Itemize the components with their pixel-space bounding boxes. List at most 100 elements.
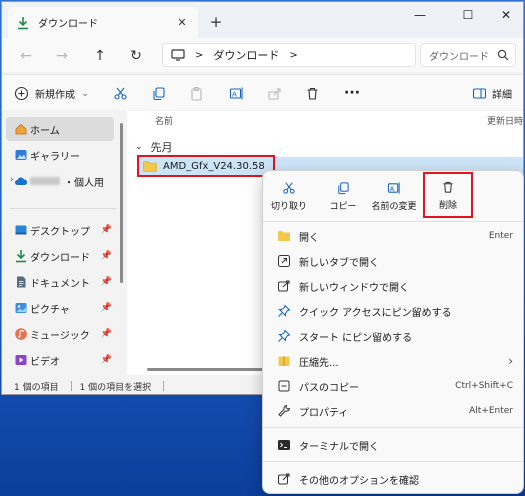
pin-icon[interactable]: 📌	[101, 251, 112, 261]
menu-item-pin-start[interactable]: スタート にピン留めする	[269, 324, 519, 348]
sidebar-item-onedrive[interactable]: ・個人用	[6, 169, 114, 193]
video-icon	[15, 355, 27, 365]
svg-text:A: A	[390, 184, 395, 192]
sidebar-item-videos[interactable]: ビデオ 📌	[6, 348, 114, 372]
menu-item-label: プロパティ	[299, 407, 349, 419]
group-title: 先月	[150, 141, 173, 154]
new-window-icon	[278, 280, 290, 292]
back-button[interactable]: ←	[14, 44, 38, 68]
search-icon	[497, 49, 509, 61]
sidebar-item-gallery[interactable]: ギャラリー	[6, 143, 114, 167]
menu-item-label: ターミナルで開く	[299, 441, 379, 453]
search-input[interactable]: ダウンロード	[420, 43, 516, 67]
breadcrumb-chevron[interactable]: >	[289, 50, 297, 61]
context-copy-label: コピー	[329, 201, 357, 212]
pin-icon[interactable]: 📌	[101, 225, 112, 235]
desktop-icon	[15, 225, 27, 235]
sidebar-divider	[10, 208, 116, 209]
download-icon	[16, 16, 30, 30]
new-button-label: 新規作成	[35, 89, 75, 101]
rename-button[interactable]: A	[224, 81, 248, 105]
context-delete-label: 削除	[438, 200, 457, 211]
sidebar-item-music[interactable]: ミュージック 📌	[6, 322, 114, 346]
new-tab-icon	[278, 255, 290, 267]
delete-button[interactable]	[300, 81, 324, 105]
sidebar-item-label: ビデオ	[30, 356, 60, 368]
share-button[interactable]	[262, 81, 286, 105]
tab-close-button[interactable]: ✕	[174, 15, 190, 31]
trash-icon	[307, 87, 317, 100]
new-tab-button[interactable]: +	[206, 12, 226, 32]
sidebar-item-desktop[interactable]: デスクトップ 📌	[6, 218, 114, 242]
status-divider	[163, 381, 165, 391]
scissors-icon	[113, 87, 127, 100]
item-count: 1 個の項目	[14, 382, 59, 393]
paste-button[interactable]	[184, 81, 208, 105]
music-icon	[15, 328, 27, 340]
column-header-name[interactable]: 名前	[155, 114, 173, 127]
address-bar-row: ← → ↑ ↻ > ダウンロード > ダウンロード	[2, 38, 523, 72]
tab-title: ダウンロード	[38, 19, 98, 30]
menu-item-open-new-tab[interactable]: 新しいタブで開く	[269, 249, 519, 273]
menu-item-open-new-window[interactable]: 新しいウィンドウで開く	[269, 274, 519, 298]
context-cut-button[interactable]: 切り取り	[269, 177, 309, 215]
menu-item-label: その他のオプションを確認	[299, 475, 419, 487]
menu-item-compress[interactable]: 圧縮先... ›	[269, 349, 519, 373]
group-header[interactable]: ⌄ 先月	[135, 139, 173, 155]
pin-icon[interactable]: 📌	[101, 329, 112, 339]
folder-icon	[143, 160, 157, 172]
up-button[interactable]: ↑	[88, 44, 112, 68]
address-bar[interactable]: > ダウンロード >	[162, 43, 416, 67]
share-icon	[267, 87, 281, 100]
tab-downloads[interactable]: ダウンロード ✕	[8, 7, 198, 38]
file-name: AMD_Gfx_V24.30.58	[163, 160, 265, 172]
copy-button[interactable]	[146, 81, 170, 105]
trash-icon	[443, 181, 453, 193]
menu-item-copy-path[interactable]: パスのコピー Ctrl+Shift+C	[269, 374, 519, 398]
status-divider	[70, 381, 72, 391]
column-header-date[interactable]: 更新日時	[487, 114, 523, 127]
sidebar-scrollbar[interactable]	[120, 123, 123, 283]
sidebar-item-documents[interactable]: ドキュメント 📌	[6, 270, 114, 294]
details-pane-button[interactable]: 詳細	[467, 81, 517, 105]
context-copy-button[interactable]: コピー	[325, 177, 361, 215]
sidebar-item-downloads[interactable]: ダウンロード 📌	[6, 244, 114, 268]
breadcrumb-separator[interactable]: >	[195, 50, 203, 61]
cloud-icon	[15, 177, 28, 185]
copy-icon	[338, 181, 349, 194]
forward-button[interactable]: →	[50, 44, 74, 68]
menu-divider	[263, 221, 523, 222]
pin-icon[interactable]: 📌	[101, 303, 112, 313]
menu-item-properties[interactable]: プロパティ Alt+Enter	[269, 399, 519, 423]
document-icon	[17, 276, 26, 288]
sidebar-item-pictures[interactable]: ピクチャ 📌	[6, 296, 114, 320]
chevron-down-icon: ⌄	[81, 87, 90, 99]
file-name-cell[interactable]: AMD_Gfx_V24.30.58	[137, 155, 275, 177]
refresh-button[interactable]: ↻	[124, 44, 148, 68]
menu-item-pin-quick-access[interactable]: クイック アクセスにピン留めする	[269, 299, 519, 323]
menu-item-open[interactable]: 開く Enter	[269, 224, 519, 248]
minimize-button[interactable]: —	[400, 2, 440, 28]
breadcrumb-downloads[interactable]: ダウンロード	[213, 47, 279, 63]
menu-divider	[263, 461, 523, 462]
menu-item-label: 圧縮先...	[299, 357, 339, 369]
sidebar-item-label: ドキュメント	[30, 278, 90, 290]
sidebar-item-label: ギャラリー	[30, 151, 80, 163]
pin-icon[interactable]: 📌	[101, 277, 112, 287]
rename-icon: A	[387, 181, 400, 194]
pin-icon[interactable]: 📌	[101, 355, 112, 365]
sidebar-item-home[interactable]: ホーム	[6, 117, 114, 141]
cut-button[interactable]	[108, 81, 132, 105]
menu-item-show-more-options[interactable]: その他のオプションを確認	[269, 467, 519, 491]
sidebar-item-label: ・個人用	[64, 177, 104, 189]
maximize-button[interactable]: ☐	[448, 2, 488, 28]
new-button[interactable]: 新規作成 ⌄	[14, 81, 90, 105]
wrench-icon	[278, 404, 291, 417]
copy-path-icon	[278, 380, 290, 392]
close-button[interactable]: ✕	[486, 2, 523, 28]
menu-item-open-terminal[interactable]: ターミナルで開く	[269, 433, 519, 457]
menu-item-label: 新しいタブで開く	[299, 257, 379, 269]
context-rename-button[interactable]: A 名前の変更	[367, 177, 421, 215]
more-options-button[interactable]: ···	[340, 81, 364, 105]
context-delete-button[interactable]: 削除	[423, 172, 473, 218]
